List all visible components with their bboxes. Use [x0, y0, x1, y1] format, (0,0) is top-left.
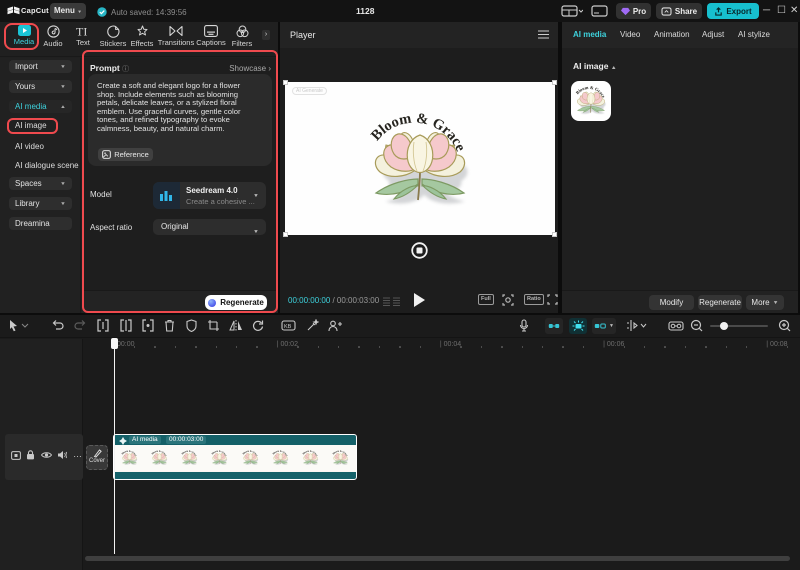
svg-text:TI: TI: [76, 25, 87, 37]
svg-text:KB: KB: [284, 324, 292, 330]
